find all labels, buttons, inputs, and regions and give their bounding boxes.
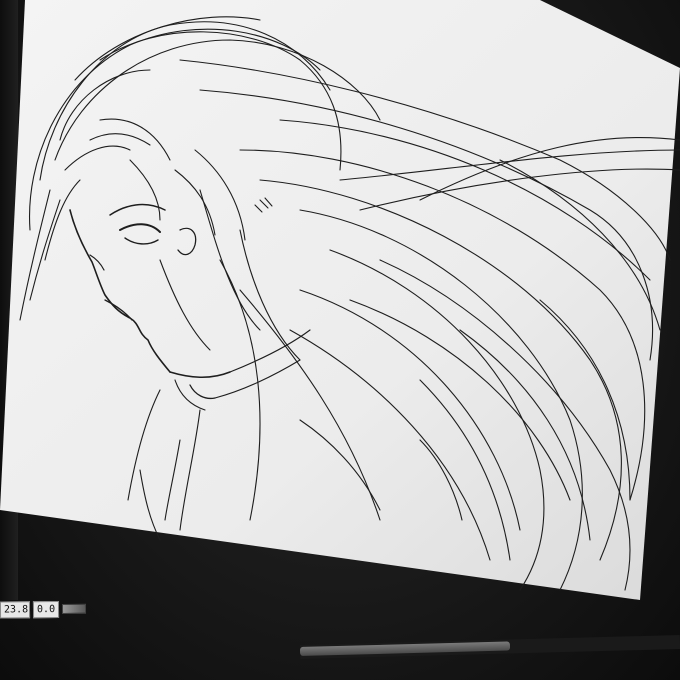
navigator-statusbar: 23.8 0.0 [0, 597, 120, 620]
tablet-screen: 23.8 0.0 [0, 0, 680, 680]
zoom-level-field[interactable]: 23.8 [0, 600, 31, 619]
drawing-canvas-area[interactable] [0, 0, 680, 680]
rotation-angle-field[interactable]: 0.0 [32, 600, 60, 618]
horizontal-scrollbar-thumb[interactable] [299, 641, 511, 656]
zoom-slider[interactable] [61, 603, 87, 614]
drawing-canvas[interactable] [0, 0, 680, 680]
canvas-right-edge [640, 20, 680, 580]
